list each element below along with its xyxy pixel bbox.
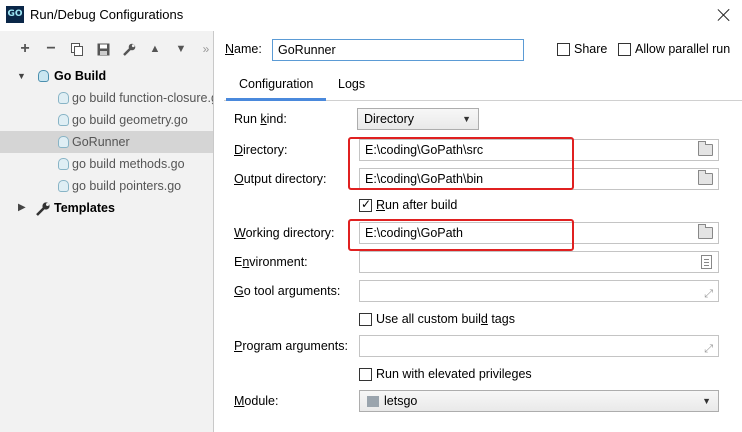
directory-value: E:\coding\GoPath\src bbox=[365, 143, 484, 157]
go-config-icon bbox=[58, 92, 69, 104]
module-folder-icon bbox=[367, 396, 379, 407]
run-after-build-label: Run after build bbox=[376, 198, 458, 212]
go-config-icon bbox=[58, 158, 69, 170]
folder-icon[interactable] bbox=[698, 224, 713, 239]
copy-icon[interactable] bbox=[67, 38, 87, 60]
tree-item-label: Go Build bbox=[54, 69, 107, 83]
chevron-down-icon[interactable]: ▼ bbox=[17, 65, 26, 87]
chevron-down-icon: ▼ bbox=[702, 396, 711, 406]
output-directory-field[interactable]: E:\coding\GoPath\bin bbox=[359, 168, 719, 190]
working-directory-label: Working directory: bbox=[234, 226, 335, 240]
module-value: letsgo bbox=[384, 394, 418, 408]
move-down-icon[interactable]: ▼ bbox=[171, 38, 191, 60]
tree-item-go-build[interactable]: ▼ Go Build bbox=[0, 65, 213, 87]
output-directory-label: Output directory: bbox=[234, 172, 327, 186]
allow-parallel-checkbox[interactable] bbox=[618, 43, 631, 56]
share-checkbox[interactable] bbox=[557, 43, 570, 56]
elevated-privileges-checkbox[interactable] bbox=[359, 368, 372, 381]
document-icon[interactable] bbox=[701, 255, 712, 269]
go-config-icon bbox=[58, 114, 69, 126]
save-icon[interactable] bbox=[93, 38, 113, 60]
output-directory-value: E:\coding\GoPath\bin bbox=[365, 172, 484, 186]
goland-logo-icon: GO bbox=[6, 6, 24, 23]
tree-item-templates[interactable]: ▶ Templates bbox=[0, 197, 213, 219]
wrench-icon bbox=[36, 201, 52, 216]
folder-icon[interactable] bbox=[698, 170, 713, 185]
tab-configuration[interactable]: Configuration bbox=[226, 70, 327, 101]
configurations-sidebar: + − ▲ ▼ » ▼ Go Build go build function-c… bbox=[0, 31, 214, 432]
program-arguments-label: Program arguments: bbox=[234, 339, 348, 353]
folder-icon[interactable] bbox=[698, 141, 713, 156]
sidebar-toolbar: + − ▲ ▼ » bbox=[0, 38, 214, 60]
directory-label: Directory: bbox=[234, 143, 288, 157]
more-icon[interactable]: » bbox=[196, 38, 216, 60]
name-input[interactable]: GoRunner bbox=[272, 39, 524, 61]
add-icon[interactable]: + bbox=[15, 38, 35, 60]
expand-icon[interactable]: ⤢ bbox=[704, 284, 713, 304]
tree-item-label: go build function-closure.go bbox=[72, 91, 213, 105]
tree-item-config[interactable]: go build function-closure.go bbox=[0, 87, 213, 109]
environment-field[interactable] bbox=[359, 251, 719, 273]
chevron-down-icon: ▼ bbox=[462, 114, 471, 124]
tree-item-label: go build geometry.go bbox=[72, 113, 188, 127]
module-label: Module: bbox=[234, 394, 279, 408]
go-build-icon bbox=[38, 70, 49, 82]
go-tool-arguments-label: Go tool arguments: bbox=[234, 284, 341, 298]
tree-item-label: go build methods.go bbox=[72, 157, 185, 171]
go-config-icon bbox=[58, 180, 69, 192]
custom-build-tags-label: Use all custom build tags bbox=[376, 312, 515, 326]
environment-label: Environment: bbox=[234, 255, 308, 269]
tree-item-config[interactable]: go build methods.go bbox=[0, 153, 213, 175]
tree-item-label: Templates bbox=[54, 201, 115, 215]
working-directory-value: E:\coding\GoPath bbox=[365, 226, 463, 240]
tree-item-label: GoRunner bbox=[72, 135, 130, 149]
wrench-icon[interactable] bbox=[119, 38, 139, 60]
remove-icon[interactable]: − bbox=[41, 38, 61, 60]
window-title: Run/Debug Configurations bbox=[30, 7, 184, 22]
run-kind-select[interactable]: Directory ▼ bbox=[357, 108, 479, 130]
run-after-build-checkbox[interactable] bbox=[359, 197, 372, 212]
custom-build-tags-checkbox[interactable] bbox=[359, 313, 372, 326]
tree-item-config[interactable]: go build geometry.go bbox=[0, 109, 213, 131]
tree-item-config[interactable]: go build pointers.go bbox=[0, 175, 213, 197]
share-label: Share bbox=[574, 42, 608, 56]
chevron-right-icon[interactable]: ▶ bbox=[18, 197, 26, 219]
configuration-tree: ▼ Go Build go build function-closure.go … bbox=[0, 65, 213, 219]
tree-item-label: go build pointers.go bbox=[72, 179, 182, 193]
title-bar: GO Run/Debug Configurations bbox=[0, 0, 742, 31]
run-kind-label: Run kind: bbox=[234, 112, 287, 126]
tree-item-config-selected[interactable]: GoRunner bbox=[0, 131, 213, 153]
module-select[interactable]: letsgo ▼ bbox=[359, 390, 719, 412]
move-up-icon[interactable]: ▲ bbox=[145, 38, 165, 60]
working-directory-field[interactable]: E:\coding\GoPath bbox=[359, 222, 719, 244]
tab-logs[interactable]: Logs bbox=[325, 70, 378, 101]
name-label: Name: bbox=[225, 42, 262, 56]
close-button[interactable] bbox=[714, 5, 734, 25]
program-arguments-field[interactable]: ⤢ bbox=[359, 335, 719, 357]
run-kind-value: Directory bbox=[364, 112, 415, 126]
directory-field[interactable]: E:\coding\GoPath\src bbox=[359, 139, 719, 161]
elevated-privileges-label: Run with elevated privileges bbox=[376, 367, 532, 381]
allow-parallel-label: Allow parallel run bbox=[635, 42, 731, 56]
go-tool-arguments-field[interactable]: ⤢ bbox=[359, 280, 719, 302]
expand-icon[interactable]: ⤢ bbox=[704, 339, 713, 359]
go-config-icon bbox=[58, 136, 69, 148]
